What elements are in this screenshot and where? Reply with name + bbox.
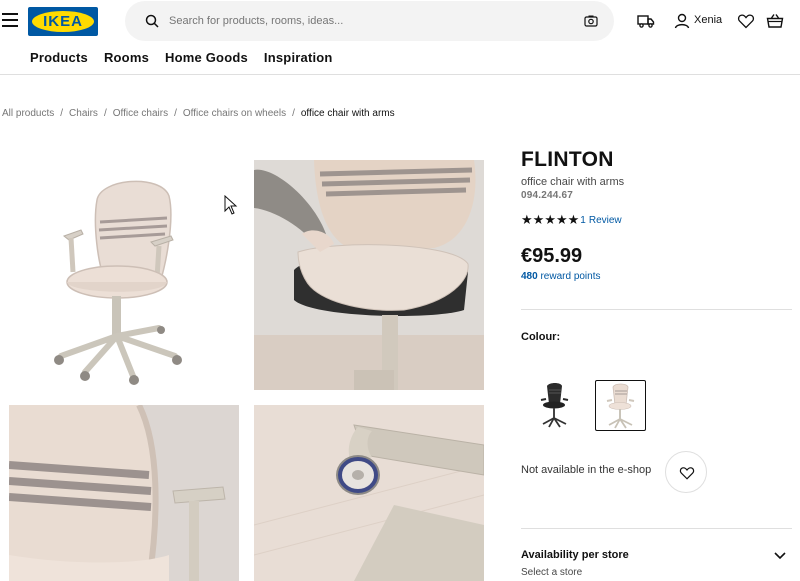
article-number: 094.244.67 <box>521 190 574 201</box>
chevron-down-icon[interactable] <box>774 551 786 561</box>
reward-points[interactable]: 480 reward points <box>521 271 601 282</box>
heart-icon[interactable] <box>737 12 755 30</box>
logo-text: IKEA <box>43 13 83 30</box>
divider <box>521 309 792 310</box>
review-count[interactable]: 1 <box>580 215 586 226</box>
divider <box>521 528 792 529</box>
star-icon: ★ <box>544 212 556 227</box>
availability-per-store[interactable]: Availability per store <box>521 549 629 561</box>
breadcrumb-separator: / <box>60 108 64 119</box>
breadcrumb-separator: / <box>103 108 107 119</box>
user-icon[interactable] <box>673 12 691 30</box>
rating[interactable]: ★ ★ ★ ★ ★ 1 Review <box>521 213 622 227</box>
main-nav: Products Rooms Home Goods Inspiration <box>30 50 349 65</box>
reward-points-label: reward points <box>540 271 601 282</box>
header-divider <box>0 74 800 75</box>
select-store[interactable]: Select a store <box>521 567 582 578</box>
eshop-availability: Not available in the e-shop <box>521 464 652 476</box>
nav-home-goods[interactable]: Home Goods <box>165 50 248 65</box>
camera-icon[interactable] <box>584 14 598 28</box>
breadcrumb-separator: / <box>174 108 177 119</box>
colour-label: Colour: <box>521 331 561 343</box>
ikea-logo[interactable]: IKEA <box>28 7 98 36</box>
reward-points-value: 480 <box>521 271 538 282</box>
colour-option-beige[interactable] <box>595 380 646 431</box>
review-link[interactable]: Review <box>589 215 622 226</box>
nav-products[interactable]: Products <box>30 50 88 65</box>
product-name: FLINTON <box>521 148 614 171</box>
breadcrumb-office-chairs[interactable]: Office chairs <box>113 108 168 119</box>
star-icon: ★ <box>521 212 533 227</box>
add-to-favourites-button[interactable] <box>665 451 707 493</box>
menu-icon[interactable] <box>2 13 18 27</box>
search-input[interactable] <box>169 10 569 32</box>
star-icon: ★ <box>532 212 545 227</box>
breadcrumb: All products / Chairs / Office chairs / … <box>2 108 395 119</box>
star-icon: ★ <box>555 212 568 227</box>
product-image-cover[interactable] <box>254 160 484 390</box>
heart-icon <box>679 467 695 480</box>
product-image-main[interactable] <box>9 160 239 390</box>
breadcrumb-chairs[interactable]: Chairs <box>69 108 98 119</box>
mouse-cursor-icon <box>224 195 238 215</box>
price: €95.99 <box>521 245 583 267</box>
product-image-caster[interactable] <box>254 405 484 581</box>
breadcrumb-office-chairs-on-wheels[interactable]: Office chairs on wheels <box>183 108 286 119</box>
breadcrumb-all-products[interactable]: All products <box>2 108 54 119</box>
search-bar[interactable] <box>125 1 614 41</box>
nav-rooms[interactable]: Rooms <box>104 50 149 65</box>
user-name[interactable]: Xenia <box>694 14 722 26</box>
product-description: office chair with arms <box>521 176 625 188</box>
basket-icon[interactable] <box>766 12 784 30</box>
breadcrumb-separator: / <box>292 108 295 119</box>
breadcrumb-current: office chair with arms <box>300 108 395 119</box>
truck-icon[interactable] <box>637 12 655 30</box>
star-icon: ★ <box>567 212 580 227</box>
colour-option-black[interactable] <box>529 380 580 431</box>
nav-inspiration[interactable]: Inspiration <box>264 50 333 65</box>
search-icon <box>145 14 159 28</box>
product-image-backrest[interactable] <box>9 405 239 581</box>
